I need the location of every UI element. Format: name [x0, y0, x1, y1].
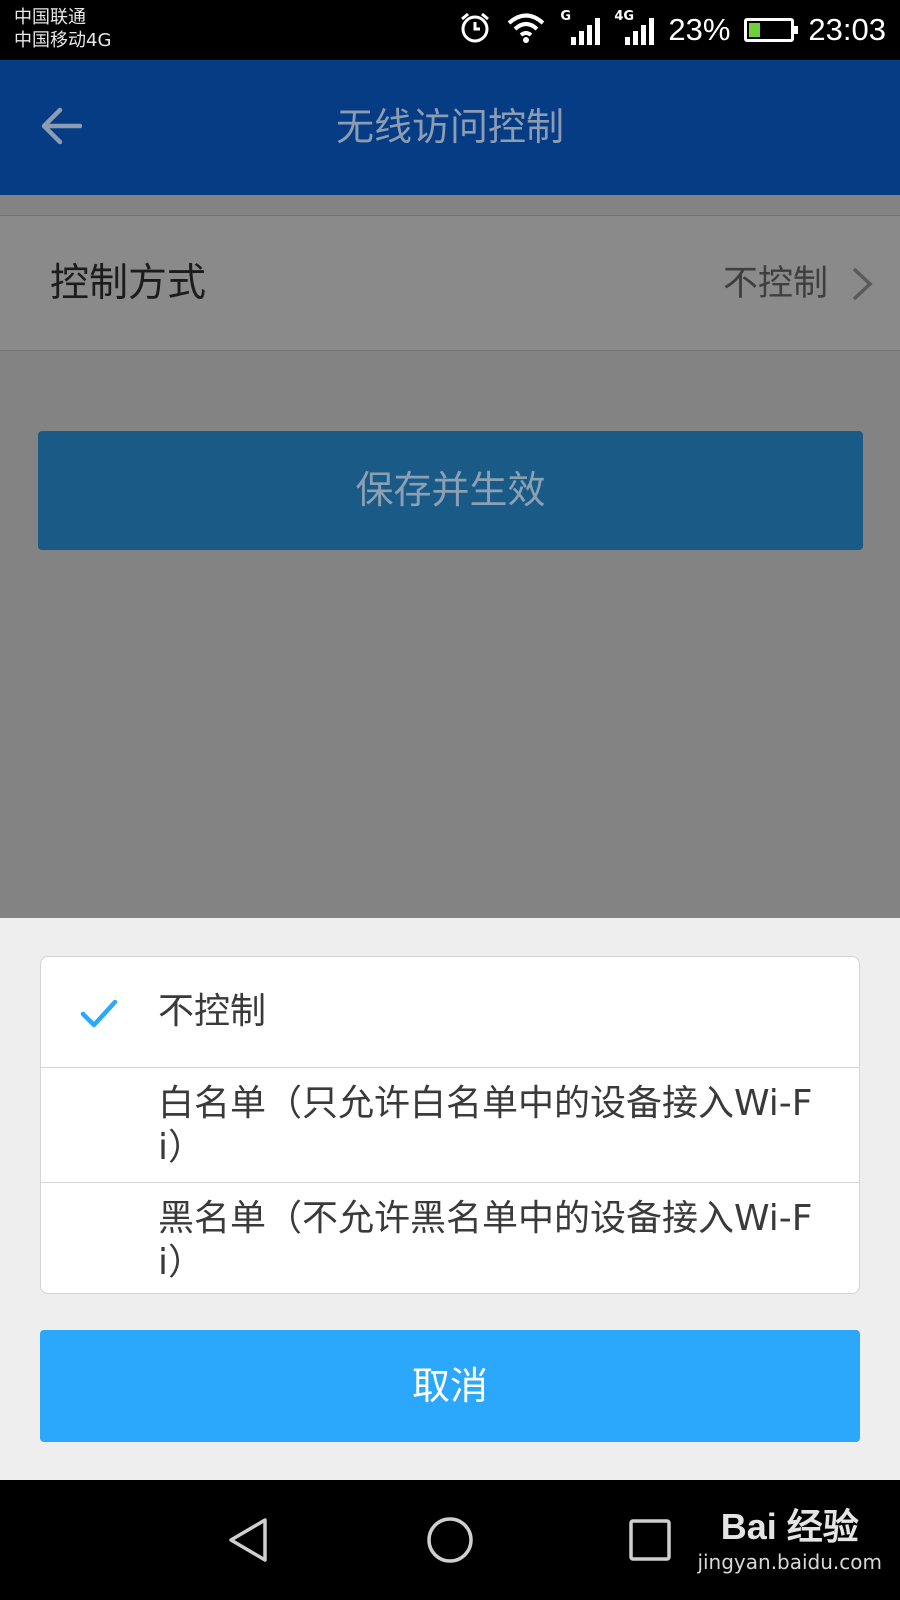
back-button[interactable]: [30, 100, 90, 152]
signal-icon: 4G: [614, 9, 655, 47]
carrier-info: 中国联通 中国移动4G: [14, 6, 111, 52]
signal-icon: G: [560, 9, 601, 47]
page-title: 无线访问控制: [335, 105, 564, 149]
battery-charging-icon: [744, 18, 799, 42]
status-icons: G 4G 23% 23:03: [458, 0, 886, 60]
carrier-1: 中国联通: [14, 7, 86, 28]
option-whitelist[interactable]: 白名单（只允许白名单中的设备接入Wi-Fi）: [41, 1068, 859, 1183]
nav-recents-icon: [629, 1519, 671, 1561]
control-mode-value: 不控制: [722, 264, 828, 304]
battery-percent: 23%: [668, 12, 731, 47]
save-and-apply-button[interactable]: 保存并生效: [38, 431, 863, 550]
baidu-jingyan-watermark: Bai 经验 jingyan.baidu.com: [697, 1498, 882, 1574]
alarm-icon: [458, 11, 492, 49]
control-mode-label: 控制方式: [50, 261, 207, 306]
bottom-sheet: 不控制 白名单（只允许白名单中的设备接入Wi-Fi） 黑名单（不允许黑名单中的设…: [0, 918, 900, 1480]
status-bar: 中国联通 中国移动4G G 4G 23% 23:03: [0, 0, 900, 60]
navigation-bar: Bai 经验 jingyan.baidu.com: [0, 1480, 900, 1600]
options-list: 不控制 白名单（只允许白名单中的设备接入Wi-Fi） 黑名单（不允许黑名单中的设…: [40, 956, 860, 1294]
watermark-logo: Bai 经验: [720, 1506, 859, 1547]
control-mode-row[interactable]: 控制方式 不控制: [0, 215, 900, 351]
option-label: 黑名单（不允许黑名单中的设备接入Wi-Fi）: [158, 1198, 813, 1283]
option-label: 白名单（只允许白名单中的设备接入Wi-Fi）: [158, 1083, 813, 1168]
sim1-type-label: G: [560, 9, 572, 24]
nav-home-icon: [427, 1517, 473, 1563]
dimmed-content: 控制方式 不控制 保存并生效: [0, 195, 900, 918]
carrier-2: 中国移动4G: [14, 30, 112, 51]
nav-recents-button[interactable]: [620, 1510, 680, 1570]
wifi-icon: [506, 12, 546, 48]
watermark-url: jingyan.baidu.com: [697, 1550, 882, 1574]
clock: 23:03: [808, 12, 886, 47]
nav-home-button[interactable]: [420, 1510, 480, 1570]
checkmark-icon: [80, 999, 118, 1028]
cancel-button[interactable]: 取消: [40, 1330, 860, 1442]
chevron-right-icon: [852, 267, 873, 301]
option-blacklist[interactable]: 黑名单（不允许黑名单中的设备接入Wi-Fi）: [41, 1183, 859, 1293]
nav-back-icon: [229, 1518, 267, 1562]
option-label: 不控制: [158, 991, 267, 1032]
nav-back-button[interactable]: [218, 1510, 278, 1570]
app-header: 无线访问控制: [0, 60, 900, 195]
option-no-control[interactable]: 不控制: [41, 957, 859, 1068]
back-arrow-icon: [41, 107, 82, 145]
